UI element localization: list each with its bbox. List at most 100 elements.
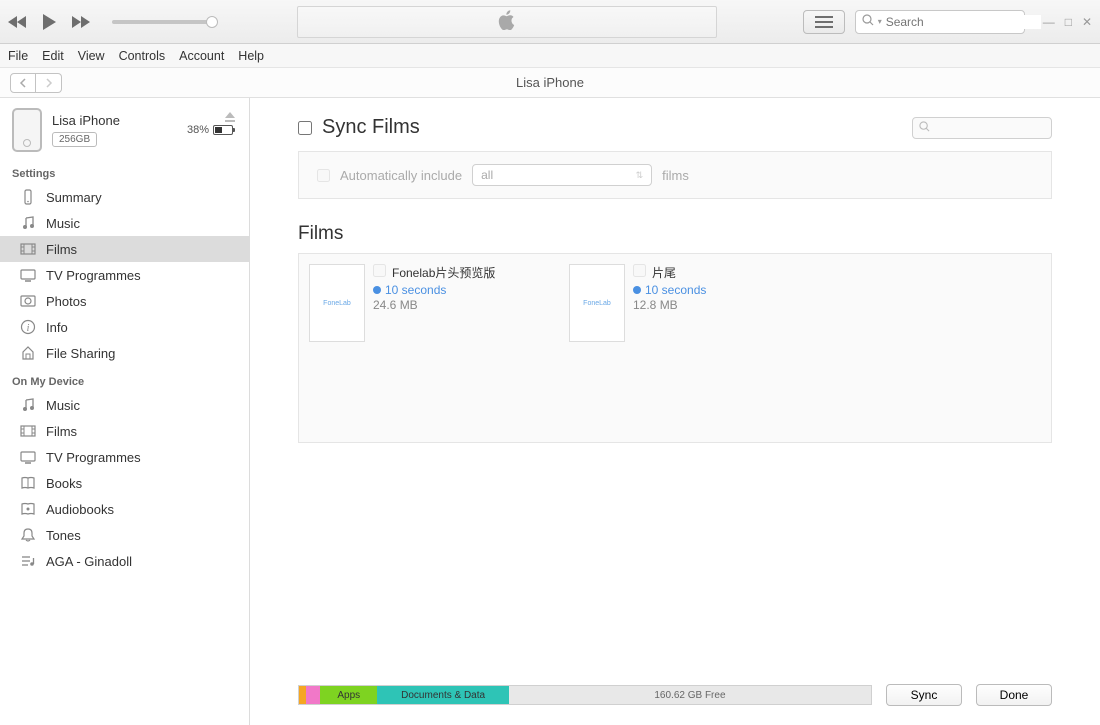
menu-account[interactable]: Account bbox=[179, 49, 224, 63]
films-grid: FoneLabFonelab片头预览版10 seconds24.6 MBFone… bbox=[298, 253, 1052, 443]
capacity-badge: 256GB bbox=[52, 132, 97, 147]
iphone-icon bbox=[12, 108, 42, 152]
eject-icon[interactable] bbox=[225, 110, 235, 125]
sidebar-item-label: Books bbox=[46, 476, 82, 491]
toolbar: ▾ — □ ✕ bbox=[0, 0, 1100, 44]
options-bar: Automatically include all ⇅ films bbox=[298, 151, 1052, 199]
play-icon[interactable] bbox=[40, 13, 58, 31]
subheader: Lisa iPhone bbox=[0, 68, 1100, 98]
films-heading: Films bbox=[298, 223, 1052, 245]
list-view-button[interactable] bbox=[803, 10, 845, 34]
storage-bar: Apps Documents & Data 160.62 GB Free bbox=[298, 685, 872, 705]
film-thumbnail: FoneLab bbox=[569, 264, 625, 342]
sidebar-settings-summary[interactable]: Summary bbox=[0, 184, 249, 210]
sidebar-item-label: Films bbox=[46, 424, 77, 439]
sidebar-ondevice-audiobooks[interactable]: Audiobooks bbox=[0, 496, 249, 522]
close-button[interactable]: ✕ bbox=[1082, 15, 1092, 29]
film-title: Fonelab片头预览版 bbox=[392, 264, 495, 281]
sidebar-item-label: Summary bbox=[46, 190, 102, 205]
sync-button[interactable]: Sync bbox=[886, 684, 962, 706]
menu-help[interactable]: Help bbox=[238, 49, 264, 63]
svg-text:i: i bbox=[27, 323, 30, 334]
sidebar-item-label: Music bbox=[46, 398, 80, 413]
info-icon: i bbox=[20, 319, 36, 335]
battery-status: 38% bbox=[187, 124, 233, 136]
main-content: Sync Films Automatically include all ⇅ f… bbox=[250, 98, 1100, 725]
storage-seg-free: 160.62 GB Free bbox=[509, 686, 871, 704]
sync-films-checkbox[interactable] bbox=[298, 121, 312, 135]
search-box[interactable]: ▾ bbox=[855, 10, 1025, 34]
books-icon bbox=[20, 475, 36, 491]
previous-icon[interactable] bbox=[8, 15, 28, 29]
music-icon bbox=[20, 215, 36, 231]
device-header: Lisa iPhone 256GB 38% bbox=[0, 98, 249, 158]
filter-box[interactable] bbox=[912, 117, 1052, 139]
sidebar-item-label: Info bbox=[46, 320, 68, 335]
device-name: Lisa iPhone bbox=[52, 113, 187, 128]
sidebar-settings-films[interactable]: Films bbox=[0, 236, 249, 262]
sidebar-ondevice-books[interactable]: Books bbox=[0, 470, 249, 496]
sidebar-settings-info[interactable]: i Info bbox=[0, 314, 249, 340]
bottom-bar: Apps Documents & Data 160.62 GB Free Syn… bbox=[250, 665, 1100, 725]
next-icon[interactable] bbox=[70, 15, 90, 29]
film-item[interactable]: FoneLab 片尾 10 seconds12.8 MB bbox=[569, 264, 809, 342]
summary-icon bbox=[20, 189, 36, 205]
playback-controls bbox=[8, 13, 212, 31]
done-button[interactable]: Done bbox=[976, 684, 1052, 706]
unplayed-dot-icon bbox=[633, 286, 641, 294]
filesharing-icon bbox=[20, 345, 36, 361]
right-controls: ▾ — □ ✕ bbox=[803, 10, 1092, 34]
auto-include-dropdown: all ⇅ bbox=[472, 164, 652, 186]
film-duration: 10 seconds bbox=[633, 283, 809, 297]
nav-back-button[interactable] bbox=[10, 73, 36, 93]
battery-icon bbox=[213, 125, 233, 135]
film-size: 12.8 MB bbox=[633, 298, 809, 312]
sidebar-item-label: TV Programmes bbox=[46, 268, 141, 283]
menu-file[interactable]: File bbox=[8, 49, 28, 63]
films-icon bbox=[20, 241, 36, 257]
maximize-button[interactable]: □ bbox=[1065, 15, 1072, 29]
menu-controls[interactable]: Controls bbox=[119, 49, 166, 63]
minimize-button[interactable]: — bbox=[1043, 15, 1055, 29]
volume-thumb[interactable] bbox=[206, 16, 218, 28]
apple-logo-icon bbox=[498, 10, 516, 33]
sidebar-settings-photos[interactable]: Photos bbox=[0, 288, 249, 314]
center-display bbox=[212, 0, 803, 43]
films-suffix-label: films bbox=[662, 168, 689, 183]
menu-edit[interactable]: Edit bbox=[42, 49, 64, 63]
volume-slider[interactable] bbox=[112, 20, 212, 24]
search-icon bbox=[862, 14, 874, 29]
sidebar-item-label: AGA - Ginadoll bbox=[46, 554, 132, 569]
sidebar-item-label: TV Programmes bbox=[46, 450, 141, 465]
unplayed-dot-icon bbox=[373, 286, 381, 294]
storage-seg-apps: Apps bbox=[320, 686, 377, 704]
storage-seg-audio bbox=[299, 686, 306, 704]
sidebar-ondevice-tones[interactable]: Tones bbox=[0, 522, 249, 548]
search-input[interactable] bbox=[886, 15, 1041, 29]
search-icon bbox=[919, 120, 930, 135]
photos-icon bbox=[20, 293, 36, 309]
sidebar-settings-tv-programmes[interactable]: TV Programmes bbox=[0, 262, 249, 288]
sidebar-ondevice-aga---ginadoll[interactable]: AGA - Ginadoll bbox=[0, 548, 249, 574]
sidebar-item-label: Tones bbox=[46, 528, 81, 543]
sidebar-ondevice-tv-programmes[interactable]: TV Programmes bbox=[0, 444, 249, 470]
film-checkbox bbox=[373, 264, 386, 277]
sidebar-settings-music[interactable]: Music bbox=[0, 210, 249, 236]
sidebar-ondevice-music[interactable]: Music bbox=[0, 392, 249, 418]
sync-films-title: Sync Films bbox=[298, 116, 420, 139]
film-duration: 10 seconds bbox=[373, 283, 549, 297]
sidebar-settings-file-sharing[interactable]: File Sharing bbox=[0, 340, 249, 366]
film-item[interactable]: FoneLabFonelab片头预览版10 seconds24.6 MB bbox=[309, 264, 549, 342]
chevron-down-icon: ▾ bbox=[878, 17, 882, 26]
playlist-icon bbox=[20, 553, 36, 569]
menu-view[interactable]: View bbox=[78, 49, 105, 63]
auto-include-checkbox bbox=[317, 169, 330, 182]
films-icon bbox=[20, 423, 36, 439]
menubar: File Edit View Controls Account Help bbox=[0, 44, 1100, 68]
sidebar-ondevice-films[interactable]: Films bbox=[0, 418, 249, 444]
filter-input[interactable] bbox=[930, 121, 1085, 135]
storage-seg-docs: Documents & Data bbox=[377, 686, 509, 704]
music-icon bbox=[20, 397, 36, 413]
film-title: 片尾 bbox=[652, 264, 676, 281]
nav-forward-button[interactable] bbox=[36, 73, 62, 93]
